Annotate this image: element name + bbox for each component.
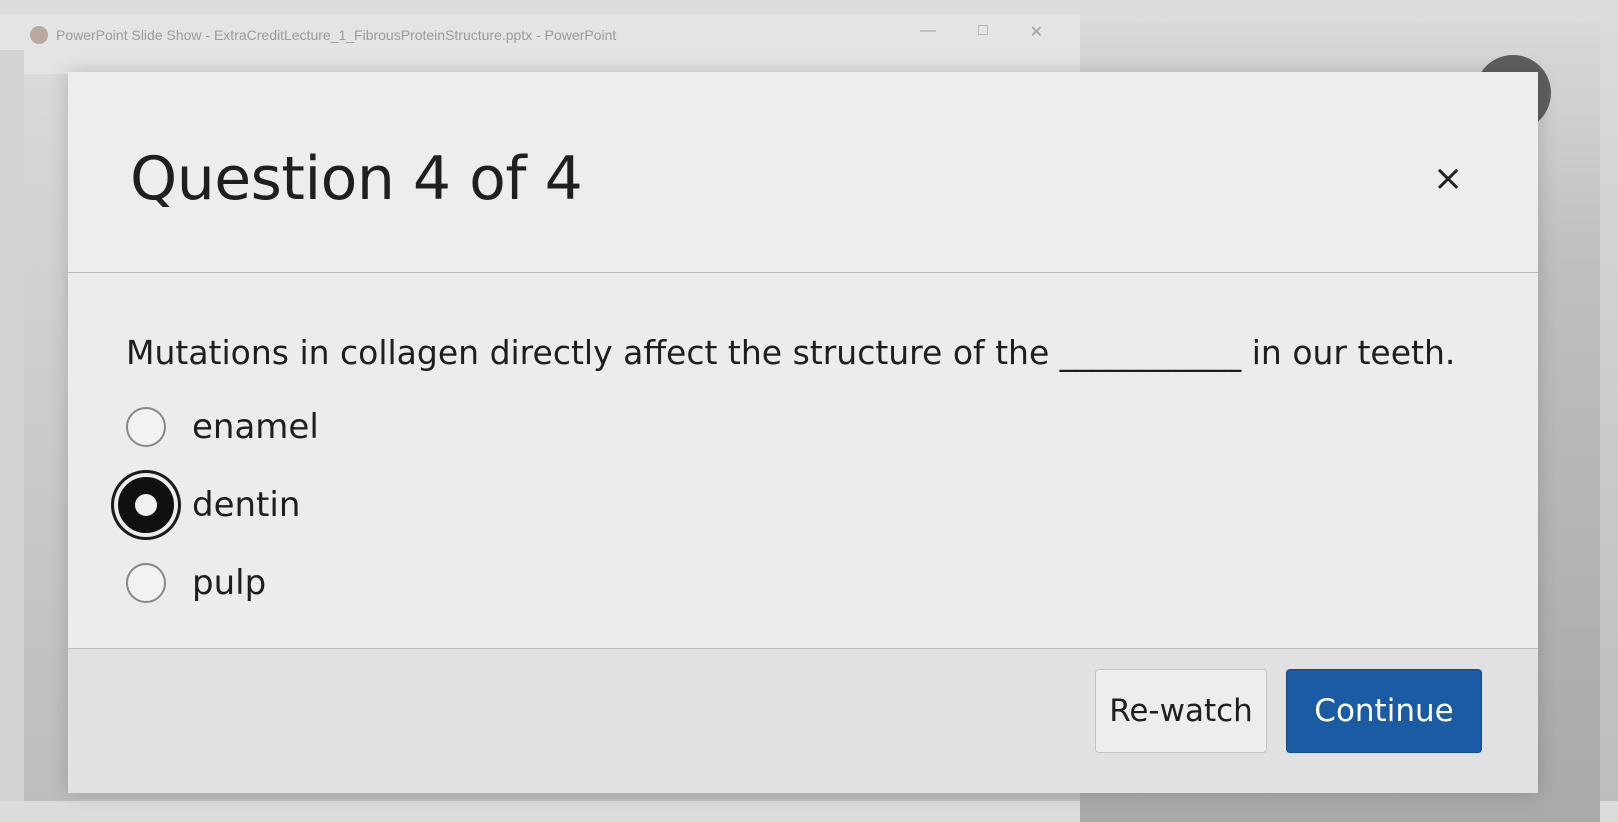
radio-button-selected[interactable] (118, 477, 174, 533)
modal-header: Question 4 of 4 × (68, 72, 1538, 273)
maximize-icon[interactable]: □ (978, 22, 988, 42)
option-label: pulp (192, 563, 267, 603)
radio-button[interactable] (126, 407, 166, 447)
option-label: dentin (192, 485, 301, 525)
background-left-strip (0, 50, 24, 801)
option-enamel[interactable]: enamel (126, 388, 319, 466)
rewatch-button[interactable]: Re-watch (1095, 669, 1267, 753)
option-pulp[interactable]: pulp (126, 544, 319, 622)
background-window-title: PowerPoint Slide Show - ExtraCreditLectu… (56, 27, 617, 43)
close-window-icon[interactable]: ✕ (1030, 22, 1043, 42)
option-dentin[interactable]: dentin (118, 466, 319, 544)
modal-footer: Re-watch Continue (68, 648, 1538, 793)
background-window-titlebar: PowerPoint Slide Show - ExtraCreditLectu… (30, 18, 616, 52)
modal-body: Mutations in collagen directly affect th… (68, 273, 1538, 648)
option-label: enamel (192, 407, 319, 447)
powerpoint-icon (30, 26, 48, 44)
minimize-icon[interactable]: — (920, 22, 936, 42)
quiz-modal: Question 4 of 4 × Mutations in collagen … (68, 72, 1538, 793)
continue-button[interactable]: Continue (1286, 669, 1482, 753)
close-icon[interactable]: × (1433, 158, 1463, 199)
question-text: Mutations in collagen directly affect th… (126, 333, 1456, 372)
radio-button[interactable] (126, 563, 166, 603)
modal-title: Question 4 of 4 (130, 144, 583, 214)
window-controls: — □ ✕ (920, 22, 1043, 42)
answer-options: enamel dentin pulp (118, 388, 319, 622)
